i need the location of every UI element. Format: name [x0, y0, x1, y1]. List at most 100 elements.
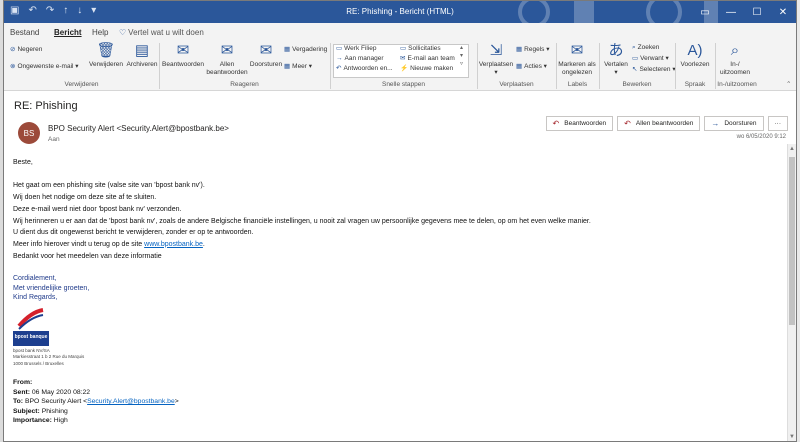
lightbulb-icon: ♡	[119, 28, 127, 37]
zoom-icon: ⌕	[730, 42, 740, 59]
reply-icon: ✉	[176, 42, 190, 59]
quick-step-label: Werk Filiep	[344, 45, 377, 52]
delete-button[interactable]: 🗑 Verwijderen	[86, 43, 126, 69]
junk-icon: ⊗	[10, 63, 16, 70]
collapse-ribbon-icon[interactable]: ⌃	[786, 81, 791, 89]
info-suffix: .	[202, 240, 205, 248]
bpost-bank-logo: bpost banque	[13, 305, 49, 346]
related-button[interactable]: ▭ Verwant ▾	[632, 55, 669, 63]
quick-step-team[interactable]: ✉ E-mail aan team	[400, 55, 455, 63]
greeting: Beste,	[13, 159, 33, 166]
meeting-label: Vergadering	[292, 46, 328, 53]
forward-icon: ✉	[259, 42, 273, 59]
zoom-button[interactable]: ⌕ In-/ uitzoomen	[717, 43, 753, 77]
select-button[interactable]: ↖ Selecteren ▾	[632, 66, 676, 74]
quick-step-label: Sollicitaties	[408, 45, 441, 52]
title-bar: ▣ ↶ ↷ ↑ ↓ ▾ RE: Phishing - Bericht (HTML…	[4, 1, 796, 23]
reply-all-button[interactable]: ↶ Allen beantwoorden	[617, 116, 701, 131]
reply-all-icon: ↶	[624, 119, 631, 128]
tab-help[interactable]: Help	[92, 28, 108, 37]
more-actions-button[interactable]: ···	[767, 116, 788, 131]
close-icon[interactable]: ✕	[770, 1, 796, 23]
quick-step-antwoorden[interactable]: ↶ Antwoorden en...	[336, 65, 393, 73]
vertical-scrollbar[interactable]: ▲ ▼	[787, 144, 796, 441]
reply-all-ribbon-button[interactable]: ✉ Allen beantwoorden	[205, 43, 249, 77]
importance-line: Importance: High	[13, 416, 788, 426]
ignore-label: Negeren	[17, 46, 43, 53]
forward-button[interactable]: → Doorsturen	[704, 116, 764, 131]
to-email-link[interactable]: Security.Alert@bpostbank.be	[87, 398, 175, 405]
scroll-up-icon[interactable]: ▲	[788, 145, 796, 154]
reply-ribbon-label: Beantwoorden	[162, 61, 204, 68]
move-folder-icon: ⇲	[489, 42, 503, 59]
more-respond-button[interactable]: ▦ Meer ▾	[284, 63, 312, 71]
body-line: U dient dus dit ongewenst bericht te ver…	[13, 229, 254, 237]
message-subject: RE: Phishing	[14, 100, 78, 112]
quick-step-aan-manager[interactable]: → Aan manager	[336, 55, 384, 63]
quick-step-sollicitaties[interactable]: ▭ Sollicitaties	[400, 45, 441, 53]
ignore-icon: ⊘	[10, 46, 16, 53]
tab-bericht[interactable]: Bericht	[54, 28, 82, 37]
mark-unread-button[interactable]: ✉ Markeren als ongelezen	[557, 43, 597, 77]
quick-steps-scroll[interactable]: ▴ ▾ ▿	[460, 44, 463, 68]
minimize-icon[interactable]: —	[718, 1, 744, 23]
ribbon-display-icon[interactable]: ▭	[692, 1, 718, 23]
avatar[interactable]: BS	[18, 122, 40, 144]
group-label-quick: Snelle stappen	[381, 81, 425, 88]
group-label-delete: Verwijderen	[64, 81, 99, 88]
quick-step-werk-filiep[interactable]: ▭ Werk Filiep	[336, 45, 377, 53]
forward-ribbon-button[interactable]: ✉ Doorsturen	[248, 43, 284, 69]
address-line: 1000 Brussels / Bruxelles	[13, 360, 64, 366]
quick-step-label: Nieuwe maken	[410, 65, 454, 72]
importance-label: Importance:	[13, 417, 52, 424]
archive-button[interactable]: ▤ Archiveren	[124, 43, 160, 69]
junk-label: Ongewenste e-mail	[17, 63, 74, 70]
from-label: From:	[13, 379, 33, 386]
rules-button[interactable]: ▦ Regels ▾	[516, 46, 549, 54]
actions-icon: ▦	[516, 63, 523, 70]
reading-pane: RE: Phishing BS BPO Security Alert <Secu…	[4, 92, 796, 441]
body-line: Deze e-mail werd niet door 'bpost bank n…	[13, 205, 182, 213]
translate-button[interactable]: あ Vertalen ▾	[600, 43, 632, 77]
lightning-icon: ⚡	[400, 65, 409, 72]
bpostbank-link[interactable]: www.bpostbank.be	[144, 241, 203, 248]
read-aloud-button[interactable]: A) Voorlezen	[678, 43, 712, 69]
junk-button[interactable]: ⊗ Ongewenste e-mail ▾	[10, 63, 79, 71]
body-line: Wij doen het nodige om deze site af te s…	[13, 194, 157, 202]
scroll-down-icon[interactable]: ▼	[788, 433, 796, 441]
find-label: Zoeken	[637, 44, 660, 51]
more-label: Meer	[292, 63, 307, 70]
group-label-tags: Labels	[567, 81, 588, 88]
archive-icon: ▤	[134, 42, 150, 59]
folder-icon: ▭	[400, 45, 407, 52]
window-controls: ▭ — ☐ ✕	[692, 1, 796, 23]
to-header-label: To:	[13, 398, 24, 405]
info-prefix: Meer info hierover vindt u terug op de s…	[13, 240, 145, 248]
message-body: Beste, Het gaat om een phishing site (va…	[13, 157, 788, 426]
move-label: Verplaatsen	[478, 61, 514, 68]
quick-step-nieuw[interactable]: ⚡ Nieuwe maken	[400, 65, 453, 73]
reply-button[interactable]: ↶ Beantwoorden	[545, 116, 614, 131]
message-date: wo 6/05/2020 9:12	[736, 134, 786, 140]
tab-bestand[interactable]: Bestand	[10, 28, 39, 37]
quick-step-label: E-mail aan team	[407, 55, 455, 62]
sender[interactable]: BPO Security Alert <Security.Alert@bpost…	[48, 124, 229, 133]
reply-ribbon-button[interactable]: ✉ Beantwoorden	[161, 43, 205, 69]
trash-icon: 🗑	[96, 42, 116, 59]
to-label: Aan	[48, 136, 60, 143]
ignore-button[interactable]: ⊘ Negeren	[10, 46, 42, 54]
logo-stripes-icon	[17, 307, 44, 330]
message-actions: ↶ Beantwoorden ↶ Allen beantwoorden → Doors…	[545, 116, 788, 131]
forward-icon: →	[711, 119, 720, 128]
maximize-icon[interactable]: ☐	[744, 1, 770, 23]
to-line: To: BPO Security Alert <Security.Alert@b…	[13, 397, 788, 407]
scrollbar-thumb[interactable]	[789, 157, 795, 325]
meeting-button[interactable]: ▦ Vergadering	[284, 46, 327, 54]
tell-me-search[interactable]: ♡ Vertel wat u wilt doen	[119, 28, 204, 37]
actions-button[interactable]: ▦ Acties ▾	[516, 63, 547, 71]
move-button[interactable]: ⇲ Verplaatsen ▾	[478, 43, 514, 77]
sent-value: 06 May 2020 08:22	[30, 388, 91, 396]
find-button[interactable]: ⌕ Zoeken	[632, 44, 659, 52]
